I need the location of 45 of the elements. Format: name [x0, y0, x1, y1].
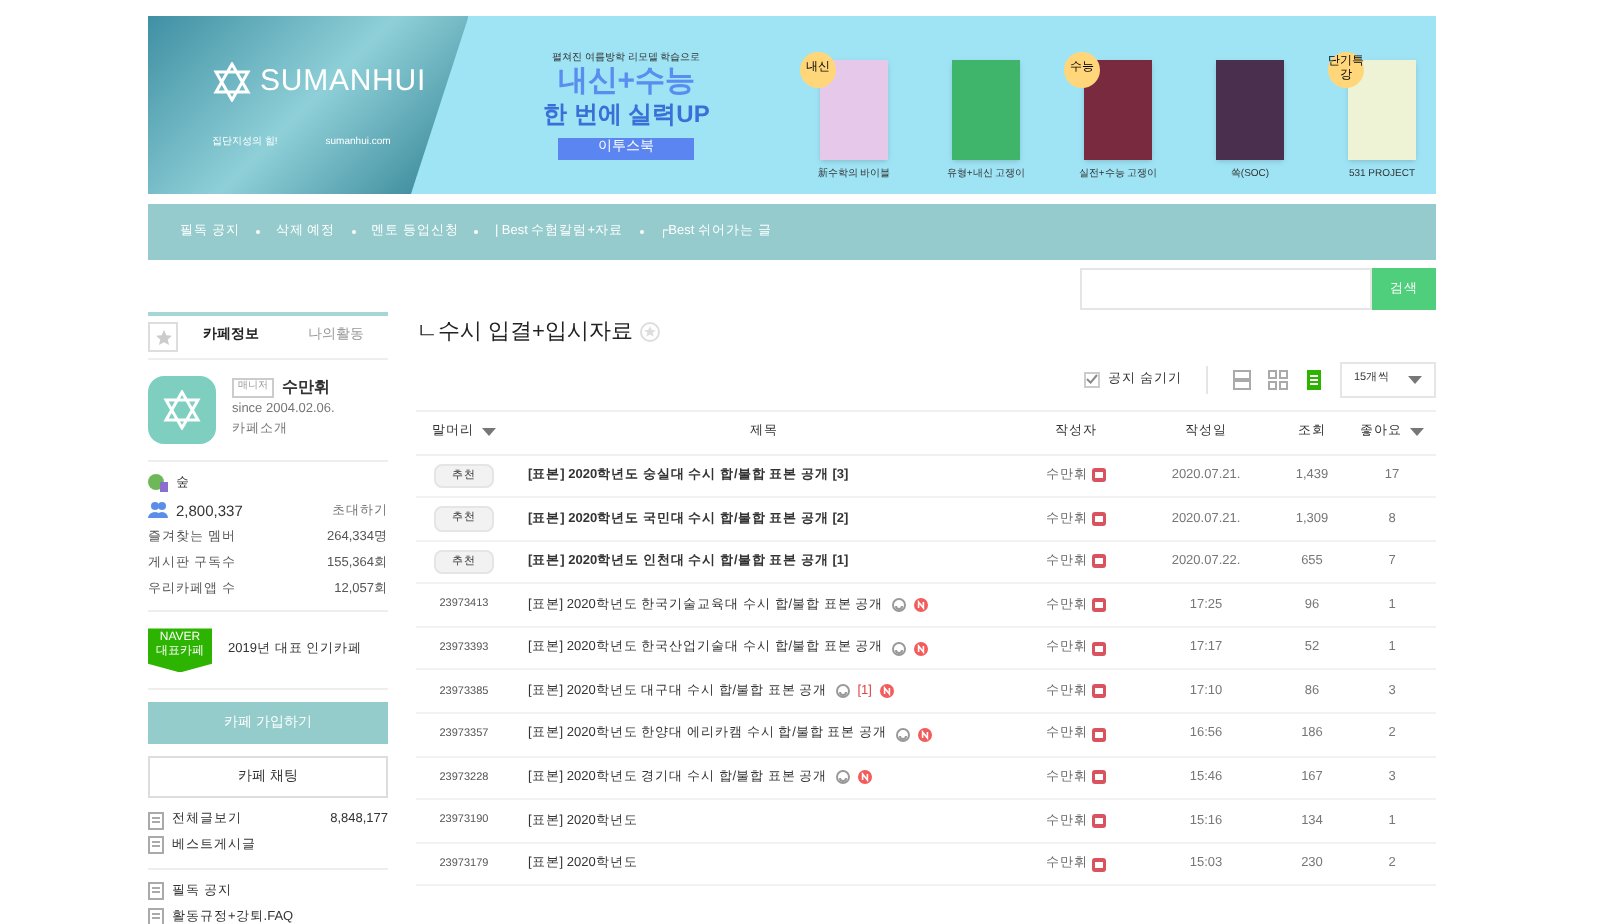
- mail-icon: [1092, 857, 1106, 872]
- board-title: ㄴ수시 입결+입시자료: [416, 318, 633, 348]
- check-icon: [1086, 374, 1099, 384]
- tree-icon: [148, 474, 168, 493]
- mail-icon: [1092, 468, 1106, 483]
- star-icon: [155, 329, 171, 345]
- smiley-icon: [891, 598, 906, 613]
- new-badge-icon: [913, 641, 928, 656]
- document-icon: [148, 811, 164, 830]
- hide-notice-checkbox[interactable]: [1084, 371, 1101, 387]
- headline-text: 내신+수능: [557, 66, 696, 98]
- members-icon: [148, 502, 168, 519]
- mail-icon: [1092, 684, 1106, 699]
- hexagram-logo-icon: [162, 390, 202, 430]
- document-icon: [148, 907, 164, 924]
- caret-icon: [1408, 375, 1422, 383]
- mail-icon: [1092, 554, 1106, 569]
- card-view-icon[interactable]: [1232, 369, 1252, 389]
- grid-view-icon[interactable]: [1268, 369, 1288, 389]
- list-view-icon[interactable]: [1304, 369, 1324, 389]
- smiley-icon: [891, 641, 906, 656]
- new-badge-icon: [857, 770, 872, 785]
- mail-icon: [1092, 598, 1106, 613]
- mail-icon: [1092, 727, 1106, 742]
- new-badge-icon: [879, 684, 894, 699]
- hexagram-logo-icon: [212, 61, 252, 102]
- logo-text: SUMANHUI: [260, 61, 427, 101]
- document-icon: [148, 882, 164, 901]
- mail-icon: [1092, 770, 1106, 785]
- smiley-icon: [835, 684, 850, 699]
- favorite-button[interactable]: [148, 322, 178, 352]
- caret-icon: [482, 428, 496, 436]
- mail-icon: [1092, 511, 1106, 526]
- document-icon: [148, 836, 164, 855]
- smiley-icon: [895, 727, 910, 742]
- headline-text: 한 번에 실력UP: [543, 98, 710, 130]
- cafe-name: 수만휘: [282, 376, 330, 400]
- mail-icon: [1092, 814, 1106, 829]
- new-badge-icon: [917, 727, 932, 742]
- star-icon[interactable]: [640, 322, 661, 343]
- caret-icon: [1410, 428, 1424, 436]
- smiley-icon: [835, 770, 850, 785]
- mail-icon: [1092, 641, 1106, 656]
- search-field[interactable]: [1080, 268, 1372, 310]
- new-badge-icon: [913, 598, 928, 613]
